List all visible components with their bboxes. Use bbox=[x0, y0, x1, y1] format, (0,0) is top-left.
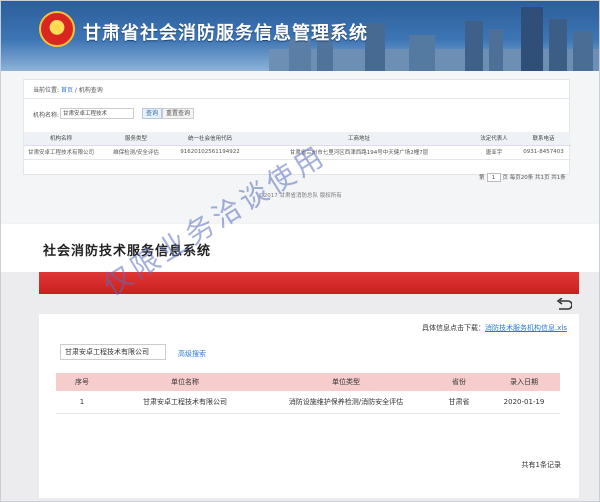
bottom-system-title: 社会消防技术服务信息系统 bbox=[43, 244, 212, 259]
breadcrumb-current: 机构查询 bbox=[78, 87, 103, 94]
pager-summary: 页 每页20条 共1页 共1条 bbox=[502, 175, 566, 181]
org-name-input[interactable]: 甘肃安卓工程技术 bbox=[60, 108, 134, 119]
col-service-type: 服务类型 bbox=[98, 132, 174, 146]
cell-entry-date: 2020-01-19 bbox=[488, 391, 560, 414]
divider bbox=[24, 98, 569, 99]
results-table: 序号 单位名称 单位类型 省份 录入日期 1 甘肃安卓工程技术有限公司 消防设施… bbox=[56, 373, 560, 414]
results-panel: 具体信息点击下载：消防技术服务机构信息.xls 甘肃安卓工程技术有限公司 高级搜… bbox=[39, 314, 579, 498]
record-count: 共有1条记录 bbox=[521, 461, 561, 469]
cell-service-type: 维保检测/安全评估 bbox=[98, 145, 174, 160]
col-province: 省份 bbox=[430, 373, 488, 391]
breadcrumb: 当前位置: 首页 / 机构查询 bbox=[33, 85, 103, 94]
cell-phone: 0931-8457403 bbox=[516, 145, 571, 160]
cell-index: 1 bbox=[56, 391, 108, 414]
search-input[interactable]: 甘肃安卓工程技术有限公司 bbox=[60, 344, 166, 360]
page-number-input[interactable]: 1 bbox=[486, 173, 501, 182]
top-system-page: ★ 甘肃省社会消防服务信息管理系统 当前位置: 首页 / 机构查询 机构名称: … bbox=[1, 1, 599, 223]
col-phone: 联系电话 bbox=[516, 132, 571, 146]
col-org-name: 机构名称 bbox=[24, 132, 98, 146]
cell-unit-name: 甘肃安卓工程技术有限公司 bbox=[108, 391, 262, 414]
cell-province: 甘肃省 bbox=[430, 391, 488, 414]
bottom-header: 社会消防技术服务信息系统 bbox=[1, 224, 599, 272]
col-unit-type: 单位类型 bbox=[262, 373, 430, 391]
system-title: 甘肃省社会消防服务信息管理系统 bbox=[83, 23, 368, 44]
table-row[interactable]: 1 甘肃安卓工程技术有限公司 消防设施维护保养检测/消防安全评估 甘肃省 202… bbox=[56, 391, 560, 414]
table-row[interactable]: 甘肃安卓工程技术有限公司 维保检测/安全评估 91620102561194922… bbox=[24, 145, 571, 160]
org-name-label: 机构名称: bbox=[33, 112, 60, 119]
col-credit-code: 统一社会信用代码 bbox=[174, 132, 246, 146]
col-legal-rep: 法定代表人 bbox=[472, 132, 516, 146]
download-xls-link[interactable]: 消防技术服务机构信息.xls bbox=[485, 324, 567, 332]
advanced-search-link[interactable]: 高级搜索 bbox=[178, 349, 206, 359]
bottom-system-page: 社会消防技术服务信息系统 具体信息点击下载：消防技术服务机构信息.xls 甘肃安… bbox=[1, 224, 599, 501]
col-entry-date: 录入日期 bbox=[488, 373, 560, 391]
cell-credit-code: 91620102561194922 bbox=[174, 145, 246, 160]
copyright: ©2017 甘肃省消防总队 版权所有 bbox=[258, 193, 342, 199]
cell-address: 甘肃省兰州市七里河区西津西路194号中天健广场2幢7层 bbox=[246, 145, 472, 160]
col-address: 工商地址 bbox=[246, 132, 472, 146]
download-line: 具体信息点击下载：消防技术服务机构信息.xls bbox=[422, 323, 567, 333]
query-button[interactable]: 查询 bbox=[142, 108, 163, 119]
download-label: 具体信息点击下载： bbox=[422, 324, 486, 332]
table-header-row: 序号 单位名称 单位类型 省份 录入日期 bbox=[56, 373, 560, 391]
return-arrow-icon[interactable] bbox=[556, 298, 572, 312]
breadcrumb-home-link[interactable]: 首页 bbox=[61, 87, 73, 94]
table-header-row: 机构名称 服务类型 统一社会信用代码 工商地址 法定代表人 联系电话 bbox=[24, 132, 571, 146]
reset-query-button[interactable]: 重置查询 bbox=[162, 108, 195, 119]
col-unit-name: 单位名称 bbox=[108, 373, 262, 391]
pagination: 第1页 每页20条 共1页 共1条 bbox=[479, 173, 566, 182]
fire-department-emblem: ★ bbox=[39, 11, 75, 47]
red-nav-bar bbox=[39, 272, 579, 294]
query-panel: 当前位置: 首页 / 机构查询 机构名称: 甘肃安卓工程技术 查询 重置查询 机… bbox=[23, 79, 571, 175]
breadcrumb-prefix: 当前位置: bbox=[33, 87, 61, 94]
pager-prefix: 第 bbox=[479, 175, 485, 181]
col-index: 序号 bbox=[56, 373, 108, 391]
cell-legal-rep: 唐亚宇 bbox=[472, 145, 516, 160]
header-banner: ★ 甘肃省社会消防服务信息管理系统 bbox=[1, 1, 599, 71]
cell-unit-type: 消防设施维护保养检测/消防安全评估 bbox=[262, 391, 430, 414]
org-table: 机构名称 服务类型 统一社会信用代码 工商地址 法定代表人 联系电话 甘肃安卓工… bbox=[24, 132, 571, 160]
cell-org-name: 甘肃安卓工程技术有限公司 bbox=[24, 145, 98, 160]
